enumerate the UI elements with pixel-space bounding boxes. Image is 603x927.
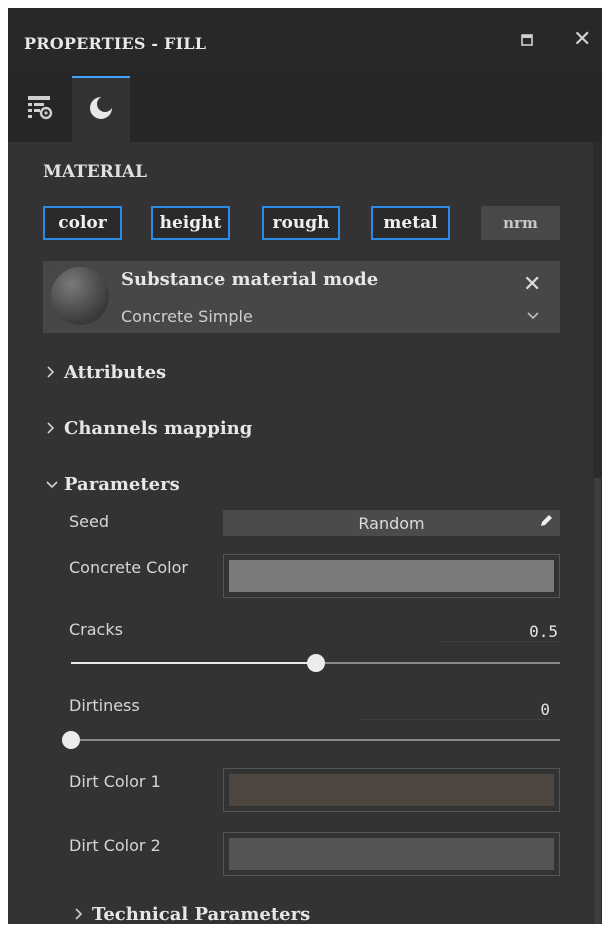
chevron-right-icon — [46, 363, 64, 382]
dirt-color-1-fill — [229, 774, 554, 806]
channel-nrm-button[interactable]: nrm — [481, 206, 560, 240]
seed-label: Seed — [69, 512, 109, 531]
group-attributes-label: Attributes — [64, 362, 167, 383]
chevron-down-icon — [46, 475, 64, 494]
restore-icon[interactable] — [520, 30, 534, 53]
group-technical-parameters-label: Technical Parameters — [92, 904, 311, 924]
tab-bar — [8, 72, 602, 142]
cracks-slider-fill — [71, 662, 316, 664]
cracks-slider[interactable] — [71, 654, 560, 672]
channel-rough-button[interactable]: rough — [262, 206, 340, 240]
channel-color-button[interactable]: color — [43, 206, 122, 240]
chevron-right-icon — [74, 905, 92, 924]
dirt-color-2-fill — [229, 838, 554, 870]
remove-material-icon[interactable]: ✕ — [523, 271, 541, 297]
material-mode-title: Substance material mode — [121, 269, 379, 290]
material-section-title: MATERIAL — [43, 162, 147, 182]
material-name[interactable]: Concrete Simple — [121, 307, 253, 326]
group-channels-mapping-label: Channels mapping — [64, 418, 253, 439]
group-channels-mapping[interactable]: Channels mapping — [46, 418, 252, 439]
concrete-color-label: Concrete Color — [69, 558, 188, 577]
chevron-right-icon — [46, 419, 64, 438]
properties-panel: PROPERTIES - FILL ✕ MATERIAL color heigh… — [8, 8, 602, 924]
seed-value: Random — [358, 513, 425, 533]
concrete-color-fill — [229, 560, 554, 592]
layer-settings-icon — [26, 93, 54, 126]
channel-metal-button[interactable]: metal — [371, 206, 450, 240]
channel-height-button[interactable]: height — [151, 206, 230, 240]
group-parameters-label: Parameters — [64, 474, 180, 495]
material-preview-thumbnail[interactable] — [51, 267, 109, 325]
material-dropdown-icon[interactable] — [527, 307, 539, 323]
pencil-icon[interactable] — [538, 513, 554, 533]
dirt-color-1-swatch[interactable] — [223, 768, 560, 812]
scrollbar-thumb[interactable] — [594, 478, 601, 924]
dirt-color-2-swatch[interactable] — [223, 832, 560, 876]
substance-material-box: Substance material mode Concrete Simple … — [43, 261, 560, 333]
dirtiness-slider[interactable] — [62, 731, 560, 749]
cracks-value-input[interactable]: 0.5 — [440, 622, 558, 642]
dirtiness-slider-thumb[interactable] — [62, 731, 80, 749]
cracks-label: Cracks — [69, 620, 123, 639]
moon-sphere-icon — [87, 94, 115, 127]
tab-material[interactable] — [72, 76, 130, 142]
group-parameters[interactable]: Parameters — [46, 474, 180, 495]
panel-title: PROPERTIES - FILL — [24, 34, 207, 53]
tab-layer-settings[interactable] — [14, 76, 66, 142]
close-icon[interactable]: ✕ — [573, 26, 591, 52]
title-bar: PROPERTIES - FILL ✕ — [8, 8, 602, 72]
concrete-color-swatch[interactable] — [223, 554, 560, 598]
dirtiness-label: Dirtiness — [69, 696, 140, 715]
cracks-slider-thumb[interactable] — [306, 654, 325, 672]
dirtiness-value-input[interactable]: 0 — [362, 700, 550, 720]
dirt-color-2-label: Dirt Color 2 — [69, 836, 161, 855]
dirt-color-1-label: Dirt Color 1 — [69, 772, 161, 791]
seed-random-button[interactable]: Random — [223, 510, 560, 536]
group-technical-parameters[interactable]: Technical Parameters — [74, 904, 310, 924]
group-attributes[interactable]: Attributes — [46, 362, 166, 383]
